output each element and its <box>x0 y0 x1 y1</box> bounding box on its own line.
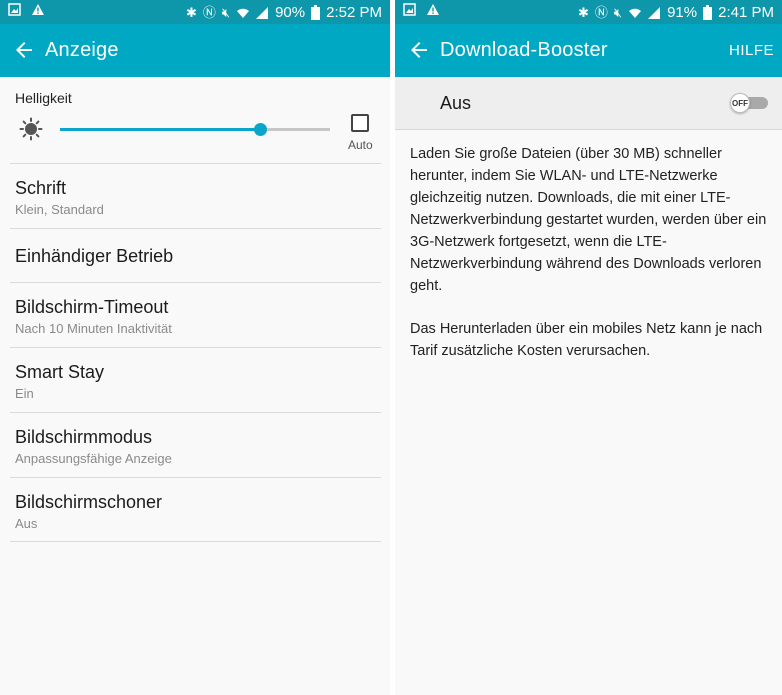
list-item-screen-mode[interactable]: Bildschirmmodus Anpassungsfähige Anzeige <box>10 412 381 477</box>
settings-list: Schrift Klein, Standard Einhändiger Betr… <box>10 163 381 542</box>
download-booster-screen: ✱ Ⓝ 🔇︎ 91% 2:41 PM Download-Booster HILF… <box>395 0 782 695</box>
gallery-notification-icon <box>403 3 416 16</box>
help-button[interactable]: HILFE <box>729 42 774 59</box>
clock: 2:52 PM <box>326 4 382 21</box>
master-switch-label: Aus <box>440 93 472 113</box>
slider-fill <box>60 128 260 131</box>
bluetooth-icon: ✱ <box>577 4 589 20</box>
status-bar: ✱ Ⓝ 🔇︎ 91% 2:41 PM <box>395 0 782 24</box>
signal-icon <box>648 6 661 19</box>
back-arrow-icon[interactable] <box>407 38 431 62</box>
brightness-slider[interactable] <box>60 122 330 136</box>
list-item-smart-stay[interactable]: Smart Stay Ein <box>10 347 381 412</box>
list-item-screensaver[interactable]: Bildschirmschoner Aus <box>10 477 381 542</box>
brightness-label: Helligkeit <box>15 90 72 106</box>
status-bar: ✱ Ⓝ 🔇︎ 90% 2:52 PM <box>0 0 390 24</box>
gallery-notification-icon <box>8 3 21 16</box>
brightness-icon <box>19 117 43 141</box>
display-settings-screen: ✱ Ⓝ 🔇︎ 90% 2:52 PM Anzeige Helligkeit Au… <box>0 0 390 695</box>
nfc-icon: Ⓝ <box>594 4 608 20</box>
list-item-subtitle: Anpassungsfähige Anzeige <box>15 451 172 466</box>
switch-knob: OFF <box>730 93 750 113</box>
wifi-icon <box>629 8 642 18</box>
list-item-title: Schrift <box>15 178 67 198</box>
battery-percent: 90% <box>275 4 306 21</box>
list-item-subtitle: Klein, Standard <box>15 202 104 217</box>
bluetooth-icon: ✱ <box>185 4 197 20</box>
mute-icon: 🔇︎ <box>613 4 623 20</box>
page-title: Download-Booster <box>440 39 608 61</box>
list-item-font[interactable]: Schrift Klein, Standard <box>10 163 381 228</box>
list-item-title: Bildschirm-Timeout <box>15 297 169 317</box>
list-item-title: Einhändiger Betrieb <box>15 246 174 266</box>
list-item-title: Bildschirmschoner <box>15 492 163 512</box>
back-arrow-icon[interactable] <box>12 38 36 62</box>
battery-percent: 91% <box>667 4 698 21</box>
signal-icon <box>256 6 269 19</box>
slider-thumb[interactable] <box>253 123 267 136</box>
wifi-icon <box>237 8 250 18</box>
list-item-title: Bildschirmmodus <box>15 427 153 447</box>
list-item-title: Smart Stay <box>15 362 105 382</box>
clock: 2:41 PM <box>718 4 774 21</box>
mute-icon: 🔇︎ <box>221 4 231 20</box>
page-title: Anzeige <box>45 39 119 61</box>
description-text: Laden Sie große Dateien (über 30 MB) sch… <box>410 146 767 294</box>
list-item-screen-timeout[interactable]: Bildschirm-Timeout Nach 10 Minuten Inakt… <box>10 282 381 347</box>
master-switch-row[interactable]: Aus OFF <box>395 77 782 130</box>
app-bar: Download-Booster HILFE <box>395 24 782 77</box>
warning-icon <box>427 4 439 15</box>
list-item-subtitle: Nach 10 Minuten Inaktivität <box>15 321 172 336</box>
download-booster-switch[interactable]: OFF <box>730 93 768 113</box>
warning-icon <box>32 4 44 15</box>
auto-brightness-label: Auto <box>348 138 373 152</box>
battery-icon <box>703 5 713 20</box>
list-item-subtitle: Aus <box>15 516 38 531</box>
nfc-icon: Ⓝ <box>202 4 216 20</box>
auto-brightness-checkbox[interactable] <box>351 114 369 132</box>
app-bar: Anzeige <box>0 24 390 77</box>
list-item-subtitle: Ein <box>15 386 34 401</box>
cost-notice-text: Das Herunterladen über ein mobiles Netz … <box>410 321 763 359</box>
list-item-one-handed[interactable]: Einhändiger Betrieb <box>10 228 381 282</box>
battery-icon <box>311 5 321 20</box>
